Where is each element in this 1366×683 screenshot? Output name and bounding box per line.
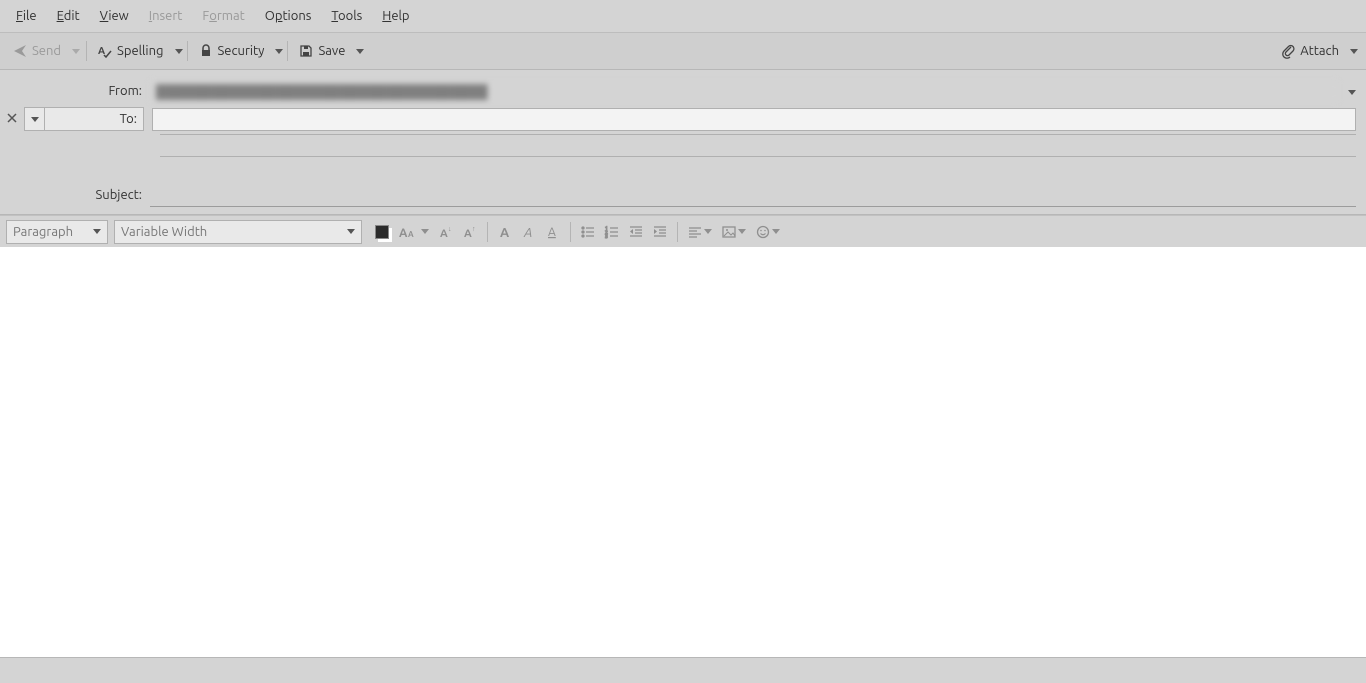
security-button[interactable]: Security (193, 40, 271, 62)
svg-text:↑: ↑ (472, 225, 476, 233)
svg-text:A: A (440, 228, 448, 240)
send-label: Send (32, 44, 61, 58)
svg-text:A: A (399, 227, 408, 240)
svg-text:A: A (523, 226, 532, 240)
attach-button[interactable]: Attach (1275, 39, 1345, 63)
color-swatch-icon (375, 225, 389, 239)
format-toolbar: Paragraph Variable Width AA A↓ A↑ A A A … (0, 215, 1366, 247)
from-dropdown[interactable] (1338, 84, 1366, 98)
spellcheck-icon: A (98, 44, 112, 58)
recipient-type-selector[interactable]: To: (24, 107, 144, 131)
svg-text:A: A (500, 226, 510, 240)
recipient-slot[interactable] (160, 156, 1356, 178)
numbered-list-button[interactable]: 123 (600, 222, 624, 242)
security-label: Security (218, 44, 265, 58)
save-dropdown[interactable] (352, 45, 366, 58)
subject-label: Subject: (0, 188, 150, 202)
bullet-list-button[interactable] (576, 222, 600, 242)
chevron-down-icon (347, 229, 355, 234)
align-button[interactable] (683, 222, 717, 242)
send-button[interactable]: Send (7, 40, 67, 62)
font-family-combo[interactable]: Variable Width (114, 220, 362, 244)
chevron-down-icon (93, 229, 101, 234)
emoji-button[interactable] (751, 222, 785, 242)
to-input[interactable] (152, 108, 1356, 131)
message-header: From: ██████████████████████████████████… (0, 70, 1366, 215)
attach-label: Attach (1300, 44, 1339, 58)
subject-input[interactable] (150, 183, 1356, 207)
bold-button[interactable]: A (493, 222, 517, 242)
insert-image-button[interactable] (717, 222, 751, 242)
chevron-down-icon (738, 229, 746, 234)
recipient-type-caret (25, 108, 45, 130)
chevron-down-icon (704, 229, 712, 234)
svg-text:A: A (548, 226, 556, 239)
outdent-button[interactable] (624, 222, 648, 242)
indent-button[interactable] (648, 222, 672, 242)
send-dropdown[interactable] (68, 45, 82, 58)
svg-text:↓: ↓ (448, 225, 452, 233)
subject-row: Subject: (0, 182, 1366, 208)
to-row: To: (0, 106, 1366, 132)
chevron-down-icon (772, 229, 780, 234)
paperclip-icon (1281, 43, 1295, 59)
menu-view[interactable]: View (90, 3, 139, 29)
menu-options[interactable]: Options (255, 3, 322, 29)
menu-file[interactable]: File (6, 3, 47, 29)
from-label: From: (0, 84, 150, 98)
svg-text:3: 3 (605, 233, 608, 239)
paragraph-style-label: Paragraph (13, 225, 73, 239)
save-button[interactable]: Save (293, 40, 351, 62)
save-icon (299, 44, 313, 58)
status-bar (0, 657, 1366, 683)
font-smaller-button[interactable]: A↓ (434, 222, 458, 242)
svg-text:A: A (464, 228, 472, 240)
paragraph-style-combo[interactable]: Paragraph (6, 220, 108, 244)
svg-text:A: A (408, 230, 414, 239)
chevron-down-icon (421, 229, 429, 234)
spelling-label: Spelling (117, 44, 163, 58)
recipient-slot[interactable] (160, 134, 1356, 156)
svg-text:A: A (98, 45, 105, 56)
menu-edit[interactable]: Edit (47, 3, 90, 29)
message-body[interactable] (0, 247, 1366, 657)
font-family-label: Variable Width (121, 225, 207, 239)
spelling-dropdown[interactable] (171, 45, 185, 58)
from-value[interactable]: ████████████████████████████████████ (150, 81, 1338, 102)
menu-help[interactable]: Help (372, 3, 419, 29)
security-dropdown[interactable] (271, 45, 285, 58)
underline-button[interactable]: A (541, 222, 565, 242)
remove-recipient-button[interactable] (0, 112, 24, 126)
attach-dropdown[interactable] (1346, 45, 1360, 58)
font-larger-button[interactable]: A↑ (458, 222, 482, 242)
italic-button[interactable]: A (517, 222, 541, 242)
menu-bar: File Edit View Insert Format Options Too… (0, 0, 1366, 32)
menu-format[interactable]: Format (192, 3, 254, 29)
main-toolbar: Send A Spelling Security Save Attach (0, 32, 1366, 70)
spelling-button[interactable]: A Spelling (92, 40, 169, 62)
text-color-button[interactable] (368, 222, 394, 242)
font-size-button[interactable]: AA (394, 222, 434, 242)
lock-icon (199, 44, 213, 58)
menu-insert[interactable]: Insert (139, 3, 193, 29)
recipient-type-label: To: (45, 112, 143, 126)
save-label: Save (318, 44, 345, 58)
from-row: From: ██████████████████████████████████… (0, 78, 1366, 104)
menu-tools[interactable]: Tools (321, 3, 372, 29)
send-icon (13, 44, 27, 58)
